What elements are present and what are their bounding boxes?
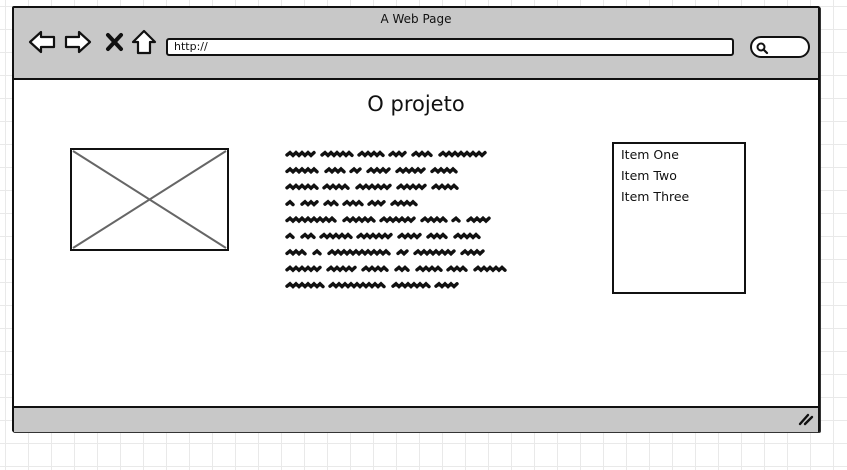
scribble-word	[453, 232, 481, 240]
scribble-word	[397, 232, 422, 240]
scribble-word	[320, 150, 354, 158]
scribble-word	[355, 183, 392, 191]
scribble-word	[326, 265, 357, 273]
stop-button[interactable]	[104, 28, 132, 56]
scribble-word	[366, 166, 391, 175]
scribble-word	[324, 166, 346, 175]
scribble-word	[438, 150, 487, 158]
scribble-word	[388, 150, 407, 158]
scribble-word	[285, 232, 295, 240]
scribble-word	[411, 150, 433, 158]
scribble-word	[356, 232, 393, 240]
scribble-word	[434, 281, 459, 289]
back-arrow-icon	[28, 30, 56, 54]
back-button[interactable]	[28, 28, 56, 56]
scribble-word	[426, 232, 448, 240]
scribble-word	[367, 199, 386, 207]
search-icon	[756, 42, 769, 55]
scribble-word	[285, 248, 307, 257]
forward-button[interactable]	[64, 28, 92, 56]
scribble-word	[357, 150, 385, 158]
scribble-word	[327, 248, 391, 257]
scribble-word	[431, 183, 459, 191]
scribbled-text-block	[285, 150, 507, 289]
home-icon	[131, 29, 157, 55]
list-item[interactable]: Item Three	[614, 186, 744, 207]
scribble-word	[451, 215, 461, 223]
title-bar: A Web Page	[14, 8, 818, 80]
scribble-word	[328, 281, 386, 289]
scribble-word	[285, 183, 319, 191]
resize-grip-icon[interactable]	[798, 412, 814, 426]
image-placeholder-icon	[70, 148, 229, 251]
scribble-word	[323, 199, 339, 207]
scribble-word	[285, 215, 337, 224]
scribble-word	[379, 215, 416, 224]
browser-window: A Web Page O	[12, 6, 820, 432]
address-bar[interactable]	[166, 38, 734, 56]
scribble-word	[430, 166, 458, 175]
scribble-word	[396, 183, 427, 191]
scribble-word	[390, 199, 418, 207]
scribble-word	[361, 265, 389, 273]
scribble-word	[342, 215, 376, 224]
scribble-word	[285, 265, 322, 273]
scribble-word	[285, 199, 295, 207]
scribble-word	[395, 166, 426, 175]
page-title: O projeto	[367, 92, 465, 116]
scribble-word	[413, 248, 456, 257]
scribble-word	[312, 248, 322, 256]
scribble-word	[460, 248, 485, 257]
status-bar	[14, 406, 818, 432]
list-item[interactable]: Item One	[614, 144, 744, 165]
scribble-word	[300, 232, 316, 240]
scribble-word	[319, 232, 353, 240]
scribble-word	[391, 281, 431, 289]
scribble-word	[420, 215, 448, 224]
scribble-word	[466, 215, 491, 224]
scribble-word	[342, 199, 364, 207]
home-button[interactable]	[130, 28, 158, 56]
window-title: A Web Page	[380, 12, 452, 26]
scribble-word	[473, 265, 507, 273]
list-item[interactable]: Item Two	[614, 165, 744, 186]
search-button[interactable]	[750, 36, 810, 58]
scribble-word	[285, 281, 325, 289]
scribble-word	[285, 166, 319, 175]
scribble-word	[394, 265, 410, 273]
scribble-word	[349, 166, 362, 175]
scribble-word	[300, 199, 319, 207]
scribble-word	[415, 265, 443, 273]
scribble-word	[446, 265, 468, 273]
item-list[interactable]: Item One Item Two Item Three	[612, 142, 746, 294]
scribble-word	[285, 150, 316, 158]
forward-arrow-icon	[64, 30, 92, 54]
scribble-word	[396, 248, 409, 257]
close-x-icon	[106, 33, 123, 51]
scribble-word	[322, 183, 350, 191]
